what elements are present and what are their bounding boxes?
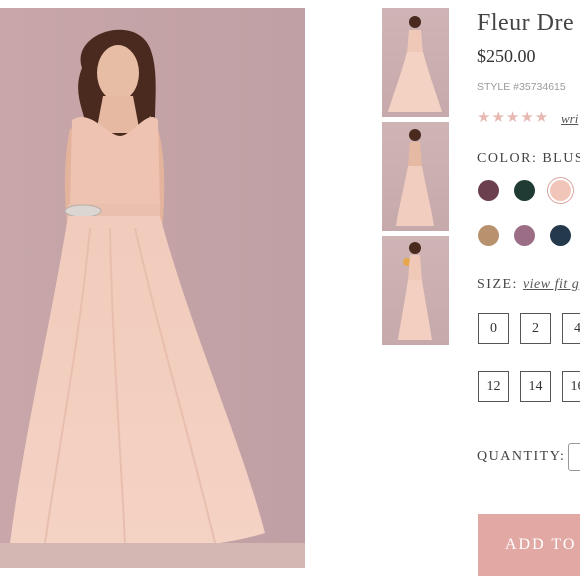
size-option-14[interactable]: 14 [520,371,551,402]
rating-stars[interactable]: ★★★★★ [477,108,549,127]
color-swatch-plum[interactable] [478,180,499,201]
color-swatch-dark-green[interactable] [514,180,535,201]
thumbnail-side-illustration [398,242,432,340]
view-fit-guide-link[interactable]: view fit g [523,277,579,292]
size-label-text: SIZE: [477,277,518,292]
quantity-label: QUANTITY: [477,449,566,464]
size-option-12[interactable]: 12 [478,371,509,402]
thumbnail-back-illustration [396,129,434,226]
size-label: SIZE: view fit g [477,277,579,293]
size-option-0[interactable]: 0 [478,313,509,344]
dress-model-illustration [0,8,305,568]
style-number: STYLE #35734615 [477,81,566,93]
color-swatch-mauve[interactable] [514,225,535,246]
color-label: COLOR: BLUS [477,151,580,166]
color-swatch-navy[interactable] [550,225,571,246]
color-swatch-blush[interactable] [550,180,571,201]
product-title: Fleur Dre [477,10,575,36]
thumbnail-front-view[interactable] [382,8,449,117]
size-option-2[interactable]: 2 [520,313,551,344]
write-review-link[interactable]: wri [561,111,578,127]
thumbnail-back-view[interactable] [382,122,449,231]
size-option-16[interactable]: 16 [562,371,580,402]
quantity-select[interactable] [568,443,580,471]
main-product-image [0,8,305,568]
product-price: $250.00 [477,46,536,66]
add-to-bag-button[interactable]: ADD TO [478,514,580,576]
thumbnail-front-illustration [388,16,442,112]
thumbnail-side-view[interactable] [382,236,449,345]
size-option-4[interactable]: 4 [562,313,580,344]
color-swatch-gold[interactable] [478,225,499,246]
